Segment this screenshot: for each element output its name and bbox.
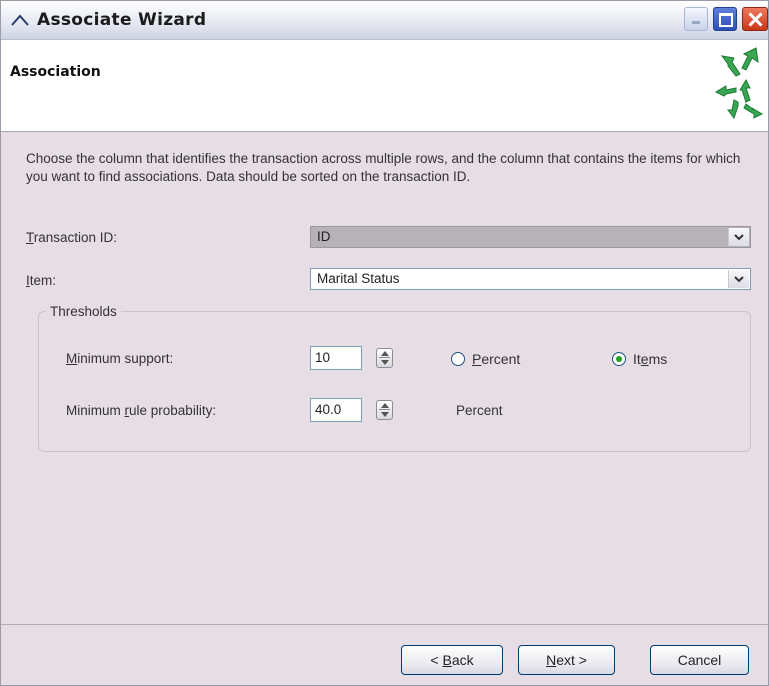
next-label-text: ext > xyxy=(556,652,587,668)
chevron-down-icon xyxy=(734,234,744,241)
back-mnemonic: B xyxy=(442,652,452,668)
min-support-input[interactable]: 10 xyxy=(310,346,362,370)
transaction-id-value: ID xyxy=(317,229,331,244)
min-support-spin-arrows-icon[interactable] xyxy=(376,348,393,368)
page-title: Association xyxy=(10,64,101,80)
min-rule-label-text: ule probability: xyxy=(129,403,217,418)
minimize-button[interactable] xyxy=(684,7,708,31)
min-support-value: 10 xyxy=(315,350,331,365)
items-mnemonic: e xyxy=(640,351,649,367)
percent-mnemonic: P xyxy=(472,351,482,367)
caret-up-icon xyxy=(11,14,29,26)
footer-divider xyxy=(1,624,768,625)
maximize-button[interactable] xyxy=(713,7,737,31)
window-title: Associate Wizard xyxy=(37,10,207,30)
chevron-down-icon xyxy=(734,276,744,283)
wizard-header: Association xyxy=(1,40,768,132)
percent-label-text: ercent xyxy=(481,351,521,367)
transaction-id-mnemonic: T xyxy=(26,230,34,245)
min-rule-probability-value: 40.0 xyxy=(315,402,342,417)
min-rule-spin-arrows-icon[interactable] xyxy=(376,400,393,420)
associate-wizard-window: Associate Wizard Association Choose the … xyxy=(0,0,769,686)
item-value: Marital Status xyxy=(317,271,400,286)
next-button[interactable]: Next > xyxy=(518,645,615,675)
percent-radio-label: Percent xyxy=(472,351,520,367)
percent-radio[interactable]: Percent xyxy=(451,351,520,367)
min-support-mnemonic: M xyxy=(66,351,78,366)
items-radio[interactable]: Items xyxy=(612,351,667,367)
transaction-id-select[interactable]: ID xyxy=(310,226,751,248)
thresholds-title: Thresholds xyxy=(46,304,121,319)
transaction-id-label: Transaction ID: xyxy=(26,230,117,245)
min-support-spinner[interactable]: 10 xyxy=(310,346,393,370)
title-bar[interactable]: Associate Wizard xyxy=(1,1,768,40)
min-rule-probability-input[interactable]: 40.0 xyxy=(310,398,362,422)
min-rule-unit-label: Percent xyxy=(456,403,503,418)
back-label-text: ack xyxy=(451,652,474,668)
min-rule-probability-spinner[interactable]: 40.0 xyxy=(310,398,393,422)
item-select[interactable]: Marital Status xyxy=(310,268,751,290)
item-label-text: tem: xyxy=(29,273,57,288)
back-button[interactable]: < Back xyxy=(401,645,503,675)
cancel-button[interactable]: Cancel xyxy=(650,645,749,675)
transaction-id-label-text: ransaction ID: xyxy=(33,230,118,245)
items-label-pre: It xyxy=(633,351,641,367)
min-support-label-text: inimum support: xyxy=(77,351,174,366)
min-rule-label-pre: Minimum xyxy=(66,403,125,418)
min-support-label: Minimum support: xyxy=(66,351,173,366)
items-radio-label: Items xyxy=(633,351,667,367)
percent-radio-button[interactable] xyxy=(451,352,465,366)
green-arrows-icon xyxy=(714,47,764,120)
item-dropdown-button[interactable] xyxy=(728,270,749,288)
items-label-text: ms xyxy=(648,351,668,367)
next-mnemonic: N xyxy=(546,652,557,668)
instructions-text: Choose the column that identifies the tr… xyxy=(26,151,741,184)
thresholds-group xyxy=(38,311,751,452)
back-label-pre: < xyxy=(430,652,443,668)
item-label: Item: xyxy=(26,273,56,288)
transaction-id-dropdown-button[interactable] xyxy=(728,228,749,246)
min-rule-probability-label: Minimum rule probability: xyxy=(66,403,216,418)
items-radio-button[interactable] xyxy=(612,352,626,366)
close-button[interactable] xyxy=(742,7,768,31)
